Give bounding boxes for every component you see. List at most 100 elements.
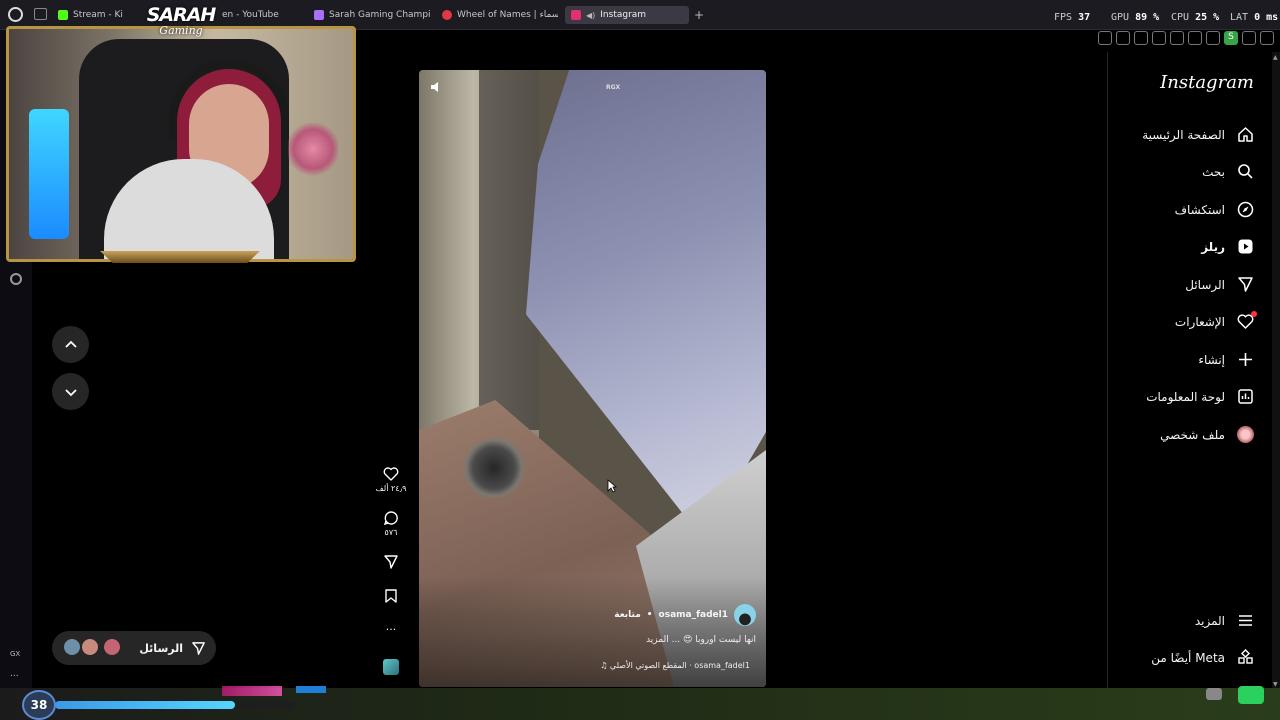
nav-reels[interactable]: ريلز — [1201, 238, 1254, 255]
gpu-readout: GPU 89 % — [1111, 12, 1160, 23]
video-wall-shadow — [479, 70, 539, 430]
heart-icon — [383, 467, 399, 481]
speaker-icon: ◀) — [586, 10, 596, 20]
caption-gradient — [419, 577, 766, 687]
avatar — [64, 639, 80, 655]
reel-video[interactable]: RGX متابعة • osama_fadel1 انها ليست اورو… — [419, 70, 766, 687]
instagram-logo[interactable]: Instagram — [1160, 72, 1254, 93]
author-username[interactable]: osama_fadel1 — [659, 610, 728, 620]
nav-also-from-meta[interactable]: أيضًا من Meta — [1151, 649, 1254, 666]
notification-dot — [1251, 311, 1257, 317]
download-icon[interactable] — [1242, 31, 1256, 45]
translate-icon[interactable] — [1152, 31, 1166, 45]
webcam-frame-accent — [100, 251, 260, 263]
reels-icon — [1238, 239, 1253, 254]
tab-label: Sarah Gaming Champion — [329, 10, 430, 20]
comment-button[interactable]: ٥٧٦ — [371, 510, 411, 537]
latency-readout: LAT 0 ms — [1230, 12, 1279, 23]
nav-dashboard[interactable]: لوحة المعلومات — [1146, 388, 1254, 405]
nav-home[interactable]: الصفحة الرئيسية — [1142, 126, 1254, 143]
send-icon — [192, 641, 205, 655]
tab-label: Stream - Ki — [73, 10, 123, 20]
chat-icon — [1206, 688, 1222, 700]
xp-progress-bar — [55, 701, 295, 709]
tab-menu-icon[interactable] — [34, 8, 47, 20]
nav-profile[interactable]: ملف شخصي — [1160, 426, 1254, 443]
tab-sarah-gaming[interactable]: Sarah Gaming Champion — [314, 6, 430, 24]
mascot-icon — [1238, 686, 1264, 704]
overlay-accent-blue — [296, 686, 326, 693]
share-button[interactable] — [371, 554, 411, 570]
like-button[interactable]: ٢٤٫٩ ألف — [371, 466, 411, 493]
nav-label: أيضًا من Meta — [1151, 650, 1225, 665]
more-dots[interactable]: ... — [10, 669, 19, 679]
audio-thumbnail[interactable] — [383, 659, 399, 675]
search-icon — [1238, 164, 1253, 179]
chevron-down-icon — [64, 388, 77, 396]
tab-label: Wheel of Names | عجلة الأسماء — [457, 10, 558, 20]
scroll-down-arrow-icon[interactable]: ▼ — [1273, 681, 1278, 688]
tab-youtube[interactable]: en - YouTube — [222, 6, 302, 24]
snapshot-icon[interactable] — [1116, 31, 1130, 45]
level-badge: 38 — [22, 690, 56, 720]
avatar — [104, 639, 120, 655]
tab-instagram[interactable]: ◀) Instagram — [565, 6, 689, 24]
nav-create[interactable]: إنشاء — [1198, 351, 1254, 368]
message-avatars — [64, 639, 120, 655]
follow-button[interactable]: متابعة — [614, 610, 641, 620]
separator: • — [646, 610, 653, 620]
overlay-accent-pink — [222, 686, 282, 696]
notifications-wrapper — [1237, 311, 1257, 330]
webcam-overlay — [6, 26, 356, 262]
like-count: ٢٤٫٩ ألف — [375, 484, 407, 493]
nav-label: ريلز — [1201, 239, 1225, 254]
tab-label: Instagram — [600, 10, 647, 20]
heart-icon[interactable] — [1188, 31, 1202, 45]
reel-caption[interactable]: انها ليست اوروبا 😍 ... المزيد — [646, 635, 756, 645]
brand-line2: Gaming — [159, 24, 203, 37]
extensions-icon[interactable] — [1206, 31, 1220, 45]
profile-button[interactable]: S — [1224, 31, 1238, 45]
nav-label: المزيد — [1194, 613, 1225, 628]
comment-count: ٥٧٦ — [384, 528, 398, 537]
explore-icon — [1237, 201, 1254, 218]
stream-brand-logo: SARAH Gaming — [146, 5, 217, 37]
new-tab-button[interactable]: + — [694, 8, 704, 22]
nav-search[interactable]: بحث — [1202, 163, 1254, 180]
instagram-sidebar: Instagram الصفحة الرئيسية بحث استكشاف ري… — [1107, 52, 1280, 690]
scroll-up-arrow-icon[interactable]: ▲ — [1273, 54, 1278, 61]
messages-label: الرسائل — [139, 641, 183, 655]
adblock-icon[interactable] — [1134, 31, 1148, 45]
browser-toolbar: S — [1098, 30, 1274, 46]
tab-wheel-of-names[interactable]: Wheel of Names | عجلة الأسماء — [442, 6, 558, 24]
home-icon — [1238, 127, 1253, 142]
hamburger-icon — [1239, 615, 1252, 626]
kick-icon — [58, 10, 68, 20]
bookmark-icon — [385, 589, 397, 603]
reel-audio[interactable]: ♫ المقطع الصوتي الأصلي · osama_fadel1 — [600, 661, 750, 670]
author-avatar[interactable] — [734, 604, 756, 626]
volume-icon[interactable] — [429, 80, 443, 94]
previous-reel-button[interactable] — [52, 326, 89, 363]
nav-messages[interactable]: الرسائل — [1185, 276, 1254, 293]
nav-notifications[interactable]: الإشعارات — [1175, 311, 1257, 330]
save-button[interactable] — [371, 588, 411, 604]
page-scrollbar[interactable]: ▲ ▼ — [1272, 52, 1280, 690]
nav-explore[interactable]: استكشاف — [1175, 201, 1254, 218]
opera-gx-logo-icon[interactable] — [8, 7, 23, 22]
play-icon[interactable] — [1170, 31, 1184, 45]
menu-icon[interactable] — [1260, 31, 1274, 45]
nav-more[interactable]: المزيد — [1195, 612, 1254, 629]
comment-icon — [383, 511, 398, 526]
tab-stream[interactable]: Stream - Ki — [58, 6, 148, 24]
next-reel-button[interactable] — [52, 373, 89, 410]
pin-icon[interactable] — [1098, 31, 1112, 45]
video-drain — [459, 438, 529, 498]
messages-button[interactable]: الرسائل — [52, 631, 216, 665]
rgb-lamp — [29, 109, 69, 239]
settings-gear-icon[interactable] — [10, 273, 22, 285]
avatar — [82, 639, 98, 655]
reel-author: متابعة • osama_fadel1 — [614, 604, 756, 626]
more-options-button[interactable]: ... — [371, 620, 411, 633]
mouse-cursor-icon — [607, 479, 617, 493]
